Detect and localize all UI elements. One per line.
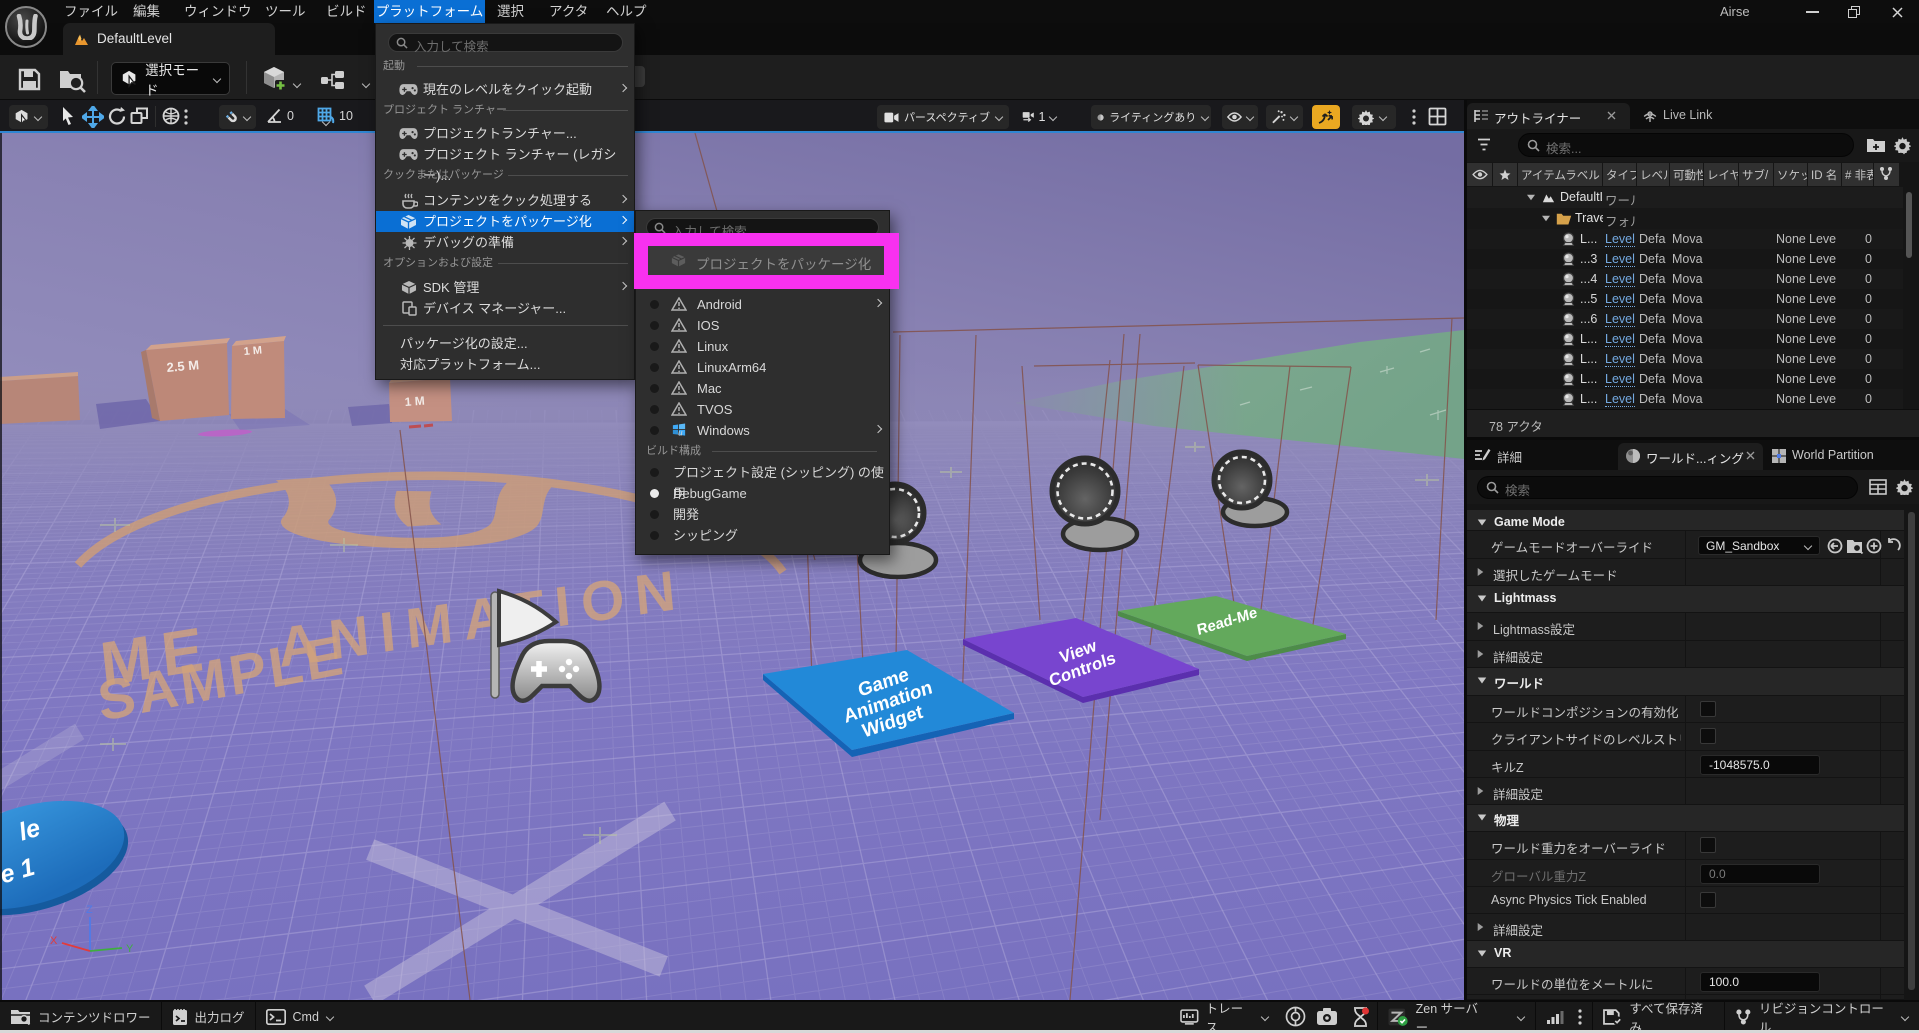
svg-text:u: u [678, 428, 683, 437]
svg-text:1 M: 1 M [404, 394, 425, 409]
svg-text:2.5 M: 2.5 M [166, 357, 200, 375]
svg-text:1 M: 1 M [243, 344, 262, 358]
svg-text:X: X [50, 935, 58, 947]
svg-text:Z: Z [86, 904, 93, 916]
svg-text:Y: Y [126, 943, 134, 955]
